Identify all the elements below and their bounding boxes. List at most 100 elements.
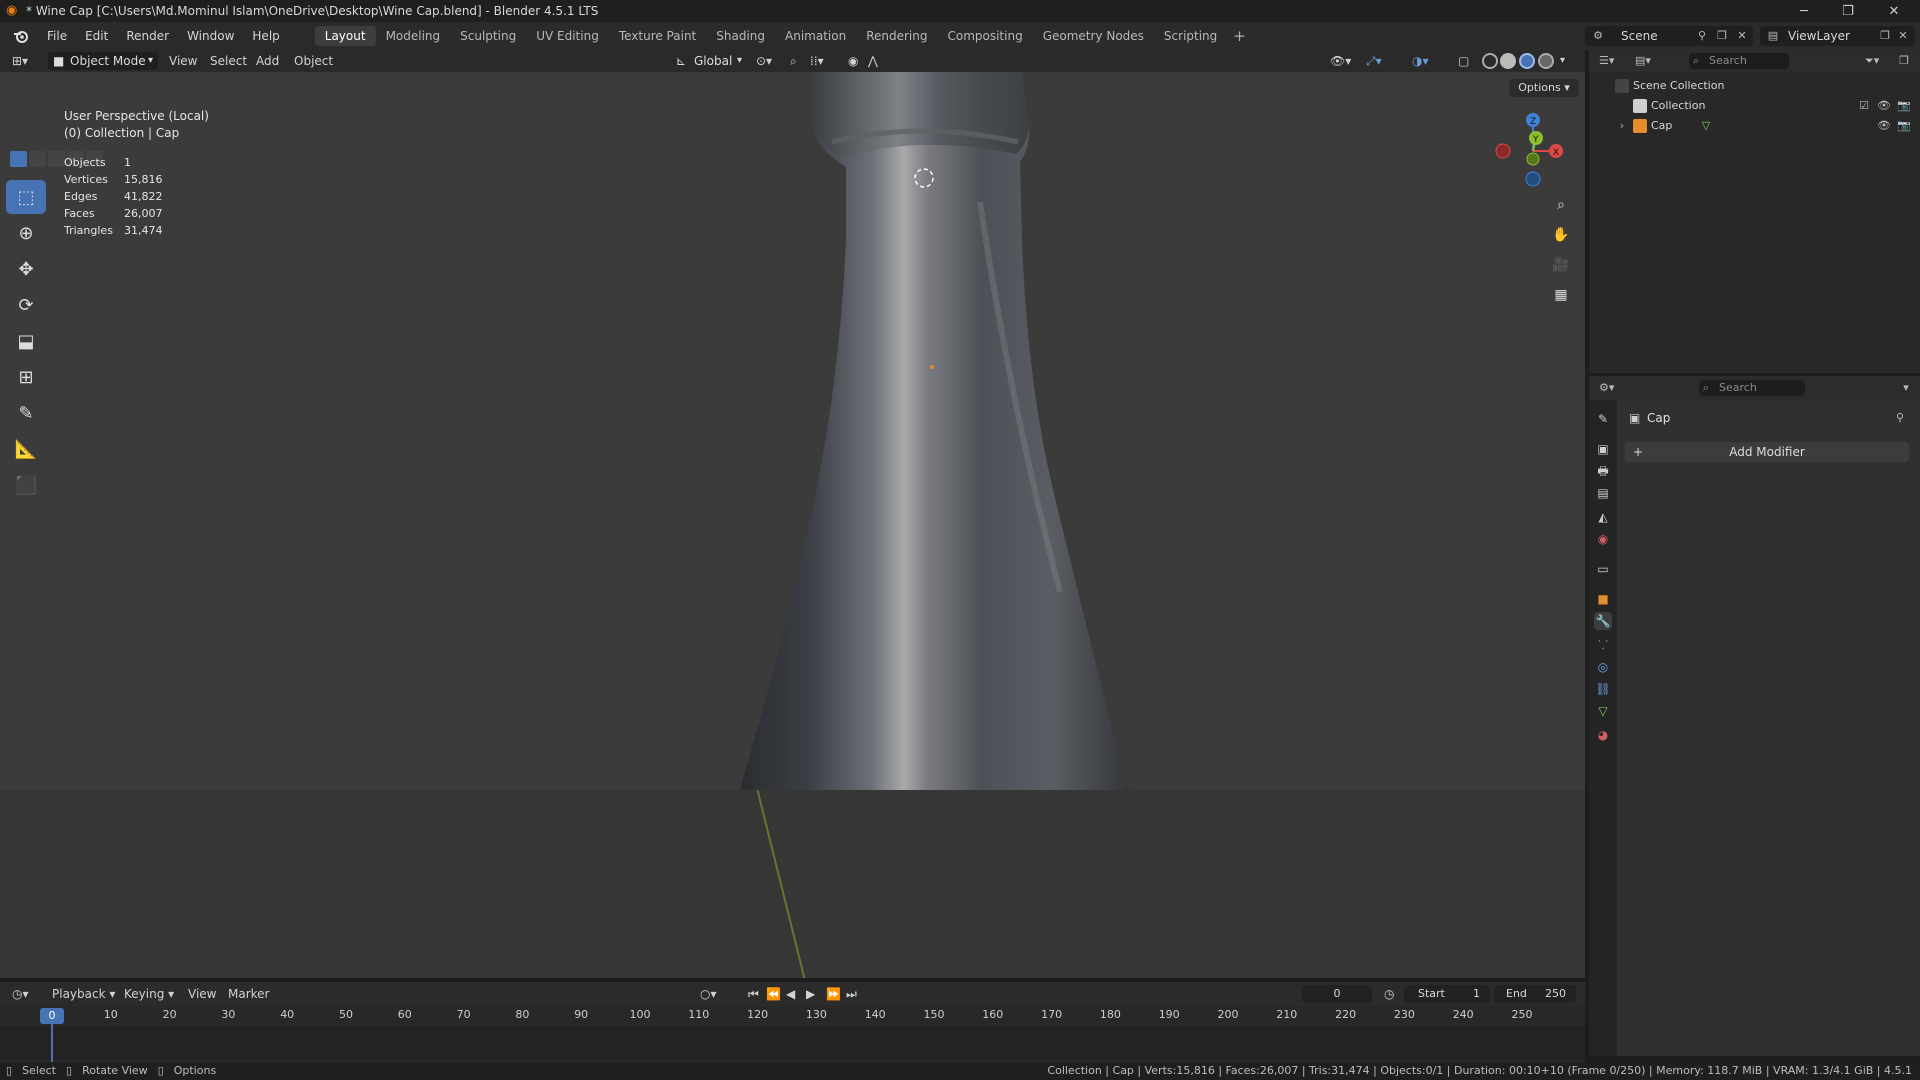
timeline-track-area[interactable] — [0, 1026, 1585, 1060]
camera-render-icon[interactable]: 📷 — [1897, 99, 1911, 113]
menu-playback[interactable]: Playback ▾ — [52, 985, 115, 1003]
zoom-icon[interactable]: ⌕ — [1548, 192, 1574, 218]
tab-modeling[interactable]: Modeling — [376, 26, 451, 46]
menu-marker[interactable]: Marker — [228, 985, 269, 1003]
proportional-editing-icon[interactable]: ◉ — [848, 52, 858, 70]
display-mode-icon[interactable]: ▤▾ — [1635, 54, 1651, 68]
pin-icon[interactable]: ⚲ — [1893, 411, 1907, 425]
menu-object[interactable]: Object — [294, 52, 333, 70]
render-tab-icon[interactable]: ▣ — [1594, 440, 1612, 458]
outliner-search-input[interactable]: ⌕ Search — [1689, 53, 1789, 69]
select-box-tool-icon[interactable]: ⬚ — [6, 180, 46, 214]
tab-sculpting[interactable]: Sculpting — [450, 26, 526, 46]
menu-help[interactable]: Help — [243, 25, 288, 47]
camera-render-icon[interactable]: 📷 — [1897, 119, 1911, 133]
menu-file[interactable]: File — [38, 25, 76, 47]
material-tab-icon[interactable]: ◕ — [1594, 726, 1612, 744]
menu-render[interactable]: Render — [117, 25, 178, 47]
new-scene-icon[interactable]: ❐ — [1715, 29, 1729, 43]
physics-tab-icon[interactable]: ◎ — [1594, 658, 1612, 676]
visibility-icon[interactable]: 👁▾ — [1330, 52, 1351, 70]
properties-search-input[interactable]: ⌕ Search — [1699, 380, 1805, 396]
falloff-icon[interactable]: ⋀ — [868, 52, 878, 70]
eye-icon[interactable]: 👁 — [1877, 119, 1891, 133]
menu-add[interactable]: Add — [256, 52, 279, 70]
delete-view-layer-icon[interactable]: ✕ — [1896, 29, 1910, 43]
rotate-tool-icon[interactable]: ⟳ — [6, 288, 46, 322]
preview-range-icon[interactable]: ◷ — [1384, 985, 1394, 1003]
tool-tab-icon[interactable]: ✎ — [1594, 410, 1612, 428]
close-button[interactable]: ✕ — [1872, 0, 1916, 22]
output-tab-icon[interactable]: 🖶 — [1594, 462, 1612, 480]
tab-layout[interactable]: Layout — [314, 26, 376, 46]
next-keyframe-icon[interactable]: ⏩ — [826, 985, 841, 1003]
annotate-tool-icon[interactable]: ✎ — [6, 396, 46, 430]
select-subtract-icon[interactable] — [48, 151, 65, 167]
blender-logo-icon[interactable] — [10, 25, 32, 47]
exclude-checkbox-icon[interactable]: ☑ — [1857, 99, 1871, 113]
editor-type-icon[interactable]: ⚙▾ — [1599, 381, 1614, 395]
menu-edit[interactable]: Edit — [76, 25, 117, 47]
scene-selector[interactable]: ⚙ Scene ⚲ ❐ ✕ — [1585, 26, 1753, 46]
playhead-frame-label[interactable]: 0 — [40, 1008, 64, 1024]
tab-animation[interactable]: Animation — [775, 26, 856, 46]
material-preview-shading-icon[interactable] — [1519, 53, 1535, 69]
jump-start-icon[interactable]: ⏮ — [748, 985, 759, 1003]
cursor-tool-icon[interactable]: ⊕ — [6, 216, 46, 250]
snap-icon[interactable]: ⌕ — [790, 52, 797, 70]
menu-view[interactable]: View — [169, 52, 197, 70]
new-view-layer-icon[interactable]: ❐ — [1878, 29, 1892, 43]
current-frame-field[interactable]: 0 — [1302, 985, 1372, 1003]
auto-keying-icon[interactable]: ○▾ — [700, 985, 717, 1003]
overlays-toggle-icon[interactable]: ◑▾ — [1412, 52, 1429, 70]
rendered-shading-icon[interactable] — [1538, 53, 1554, 69]
menu-keying[interactable]: Keying ▾ — [124, 985, 174, 1003]
snap-target-icon[interactable]: ⁞⁞▾ — [810, 52, 824, 70]
tab-uv-editing[interactable]: UV Editing — [526, 26, 609, 46]
menu-timeline-view[interactable]: View — [188, 985, 216, 1003]
wireframe-shading-icon[interactable] — [1482, 53, 1498, 69]
move-tool-icon[interactable]: ✥ — [6, 252, 46, 286]
view-layer-tab-icon[interactable]: ▤ — [1594, 484, 1612, 502]
play-reverse-icon[interactable]: ◀ — [786, 985, 795, 1003]
mesh-data-icon[interactable]: ▽ — [1699, 119, 1713, 133]
tab-compositing[interactable]: Compositing — [937, 26, 1032, 46]
view-layer-selector[interactable]: ▤ ViewLayer ❐ ✕ — [1760, 26, 1915, 46]
menu-select[interactable]: Select — [210, 52, 247, 70]
tab-geometry-nodes[interactable]: Geometry Nodes — [1033, 26, 1154, 46]
end-frame-field[interactable]: End 250 — [1494, 985, 1576, 1003]
filter-icon[interactable]: ⏷▾ — [1865, 54, 1879, 68]
menu-window[interactable]: Window — [178, 25, 243, 47]
solid-shading-icon[interactable] — [1500, 53, 1516, 69]
chevron-down-icon[interactable]: ▾ — [1899, 381, 1913, 395]
tab-rendering[interactable]: Rendering — [856, 26, 937, 46]
options-button[interactable]: Options ▾ — [1509, 79, 1579, 97]
maximize-button[interactable]: ❐ — [1826, 0, 1870, 22]
modifier-tab-icon[interactable]: 🔧 — [1594, 612, 1612, 630]
world-tab-icon[interactable]: ◉ — [1594, 530, 1612, 548]
pan-hand-icon[interactable]: ✋ — [1548, 222, 1574, 248]
minimize-button[interactable]: ─ — [1782, 0, 1826, 22]
shading-options-chevron-icon[interactable]: ▾ — [1560, 52, 1565, 70]
transform-orientation-selector[interactable]: ⊾ Global ▾ — [672, 52, 744, 70]
outliner-collection[interactable]: Collection ☑ 👁 📷 — [1589, 96, 1920, 116]
mode-selector[interactable]: ■ Object Mode ▾ — [48, 52, 158, 70]
select-extend-icon[interactable] — [29, 151, 46, 167]
object-tab-icon[interactable]: ■ — [1594, 590, 1612, 608]
jump-end-icon[interactable]: ⏭ — [846, 985, 857, 1003]
play-icon[interactable]: ▶ — [806, 985, 815, 1003]
scene-tab-icon[interactable]: ◭ — [1594, 508, 1612, 526]
pivot-point-icon[interactable]: ⊙▾ — [756, 52, 772, 70]
perspective-toggle-icon[interactable]: ▦ — [1548, 282, 1574, 308]
data-tab-icon[interactable]: ▽ — [1594, 702, 1612, 720]
constraints-tab-icon[interactable]: ⛓ — [1594, 680, 1612, 698]
scale-tool-icon[interactable]: ⬓ — [6, 324, 46, 358]
outliner-scene-collection[interactable]: Scene Collection — [1589, 76, 1920, 96]
collection-tab-icon[interactable]: ▭ — [1594, 560, 1612, 578]
axis-gizmo-icon[interactable]: Z X Y — [1490, 108, 1570, 188]
xray-toggle-icon[interactable]: ▢ — [1458, 52, 1469, 70]
tab-scripting[interactable]: Scripting — [1154, 26, 1227, 46]
editor-type-icon[interactable]: ◷▾ — [12, 985, 29, 1003]
measure-tool-icon[interactable]: 📐 — [6, 432, 46, 466]
delete-scene-icon[interactable]: ✕ — [1735, 29, 1749, 43]
